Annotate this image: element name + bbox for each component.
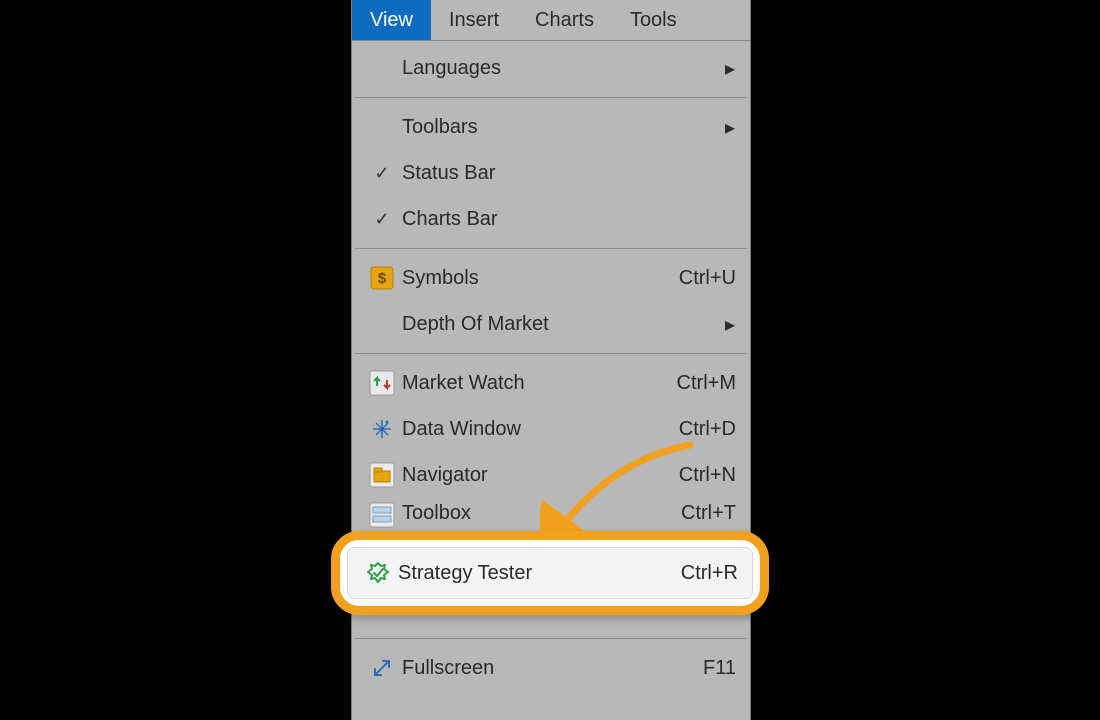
- navigator-icon: [362, 462, 402, 488]
- menu-item-symbols[interactable]: $ Symbols Ctrl+U: [352, 255, 750, 301]
- tab-view-label: View: [370, 9, 413, 32]
- menu-item-label: Strategy Tester: [398, 562, 681, 585]
- menu-item-accelerator: F11: [703, 657, 736, 680]
- menu-item-data-window[interactable]: Data Window Ctrl+D: [352, 406, 750, 452]
- menu-item-fullscreen[interactable]: Fullscreen F11: [352, 645, 750, 691]
- market-watch-icon: [362, 370, 402, 396]
- data-window-icon: [362, 416, 402, 442]
- tab-tools[interactable]: Tools: [612, 0, 695, 40]
- tab-charts[interactable]: Charts: [517, 0, 612, 40]
- menu-item-label: Data Window: [402, 418, 679, 441]
- menu-item-label: Symbols: [402, 267, 679, 290]
- menu-item-toolbox[interactable]: Toolbox Ctrl+T: [352, 498, 750, 532]
- submenu-arrow-icon: ▸: [724, 115, 736, 140]
- tab-view[interactable]: View: [352, 0, 431, 40]
- tab-insert-label: Insert: [449, 9, 499, 32]
- menu-item-label: Status Bar: [402, 162, 736, 185]
- menu-separator: [355, 353, 747, 354]
- menu-separator: [355, 97, 747, 98]
- menu-item-languages[interactable]: Languages ▸: [352, 45, 750, 91]
- fullscreen-icon: [362, 655, 402, 681]
- menu-item-label: Fullscreen: [402, 657, 703, 680]
- tab-insert[interactable]: Insert: [431, 0, 517, 40]
- menu-item-accelerator: Ctrl+R: [681, 562, 738, 585]
- menu-item-label: Charts Bar: [402, 208, 736, 231]
- menu-item-label: Navigator: [402, 464, 679, 487]
- menu-item-label: Languages: [402, 57, 724, 80]
- menu-item-navigator[interactable]: Navigator Ctrl+N: [352, 452, 750, 498]
- menu-item-toolbars[interactable]: Toolbars ▸: [352, 104, 750, 150]
- menu-item-charts-bar[interactable]: ✓ Charts Bar: [352, 196, 750, 242]
- menu-item-accelerator: Ctrl+M: [677, 372, 736, 395]
- menu-separator: [355, 248, 747, 249]
- menu-item-accelerator: Ctrl+N: [679, 464, 736, 487]
- menu-item-status-bar[interactable]: ✓ Status Bar: [352, 150, 750, 196]
- toolbox-icon: [362, 502, 402, 528]
- menu-item-market-watch[interactable]: Market Watch Ctrl+M: [352, 360, 750, 406]
- menu-item-depth-of-market[interactable]: Depth Of Market ▸: [352, 301, 750, 347]
- menu-item-accelerator: Ctrl+T: [681, 502, 736, 525]
- menu-item-accelerator: Ctrl+U: [679, 267, 736, 290]
- menu-separator: [355, 638, 747, 639]
- svg-text:$: $: [378, 270, 387, 287]
- menu-item-strategy-tester[interactable]: Strategy Tester Ctrl+R: [347, 547, 753, 599]
- menu-item-label: Toolbars: [402, 116, 724, 139]
- symbols-icon: $: [362, 265, 402, 291]
- check-icon: ✓: [362, 209, 402, 230]
- menu-item-accelerator: Ctrl+D: [679, 418, 736, 441]
- view-menu-panel: View Insert Charts Tools Languages ▸ Too…: [351, 0, 751, 720]
- strategy-tester-icon: [358, 560, 398, 586]
- submenu-arrow-icon: ▸: [724, 56, 736, 81]
- tab-charts-label: Charts: [535, 9, 594, 32]
- menubar: View Insert Charts Tools: [352, 0, 750, 41]
- tab-tools-label: Tools: [630, 9, 677, 32]
- check-icon: ✓: [362, 163, 402, 184]
- menu-item-label: Toolbox: [402, 502, 681, 525]
- menu-item-label: Market Watch: [402, 372, 677, 395]
- menu-item-label: Depth Of Market: [402, 313, 724, 336]
- submenu-arrow-icon: ▸: [724, 312, 736, 337]
